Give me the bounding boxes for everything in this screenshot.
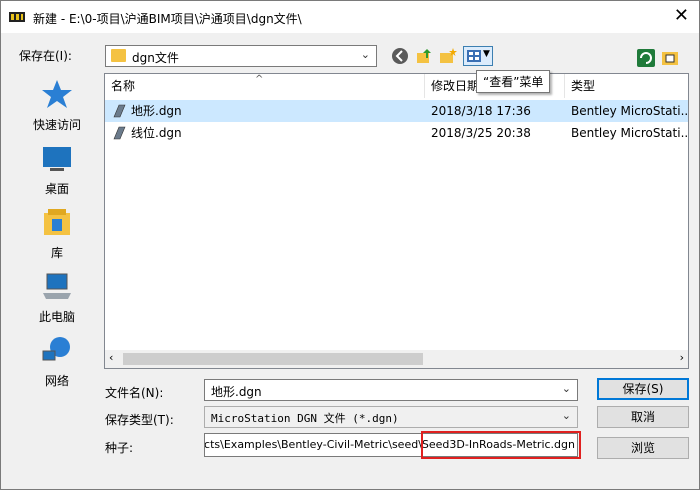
chevron-down-icon[interactable]: ⌄ [562,382,571,395]
folder-icon [111,49,126,62]
scrollbar-thumb[interactable] [123,353,423,365]
lookin-value: dgn文件 [132,51,179,65]
close-icon[interactable]: ✕ [674,5,689,26]
file-date: 2018/3/25 20:38 [431,126,531,140]
sidebar-item-label: 网络 [44,374,69,388]
this-pc-icon [43,273,71,299]
horizontal-scrollbar[interactable]: ‹ › [105,350,688,368]
column-header-name[interactable]: 名称 ^ [105,74,425,98]
save-dialog: 新建 - E:\0-项目\沪通BIM项目\沪通项目\dgn文件\ ✕ 保存在(I… [0,0,700,490]
filetype-value: MicroStation DGN 文件 (*.dgn) [211,412,399,425]
up-folder-icon[interactable] [415,47,433,65]
dropdown-arrow-icon: ▼ [483,49,490,59]
sidebar-item-label: 此电脑 [38,310,75,324]
file-name: 线位.dgn [131,126,182,140]
sidebar-item-this-pc[interactable]: 此电脑 [11,271,103,325]
save-button[interactable]: 保存(S) [597,378,689,400]
desktop-icon [43,147,71,171]
file-row[interactable]: 地形.dgn 2018/3/18 17:36 Bentley MicroStat… [105,100,689,122]
places-sidebar: 快速访问 桌面 库 此电脑 网络 [11,71,103,388]
library-icon [44,209,70,235]
sidebar-item-desktop[interactable]: 桌面 [11,143,103,197]
filename-label: 文件名(N): [105,386,164,400]
file-list[interactable]: 名称 ^ 修改日期 类型 地形.dgn 2018/3/18 17:36 Bent… [104,73,689,369]
window-title: 新建 - E:\0-项目\沪通BIM项目\沪通项目\dgn文件\ [33,12,302,26]
views-menu-button[interactable]: ▼ [463,46,493,66]
browse-button[interactable]: 浏览 [597,437,689,459]
file-date: 2018/3/18 17:36 [431,104,531,118]
quick-access-star-icon [42,80,72,108]
sidebar-item-label: 库 [50,246,63,260]
dgn-file-icon [113,104,126,118]
sidebar-item-library[interactable]: 库 [11,207,103,261]
file-name: 地形.dgn [131,104,182,118]
column-header-type[interactable]: 类型 [565,74,688,98]
refresh-icon[interactable] [637,49,655,67]
chevron-down-icon: ⌄ [561,409,571,422]
sidebar-item-label: 快速访问 [32,118,81,132]
sidebar-item-network[interactable]: 网络 [11,335,103,389]
config-icon[interactable] [661,49,679,67]
lookin-label: 保存在(I): [19,49,72,63]
filetype-select[interactable]: MicroStation DGN 文件 (*.dgn) ⌄ [204,406,578,428]
highlight-annotation [421,431,581,459]
column-header-row: 名称 ^ 修改日期 类型 [105,74,688,98]
views-menu-icon [467,50,481,62]
seed-label: 种子: [105,441,134,455]
file-type: Bentley MicroStati... [571,104,689,118]
title-bar: 新建 - E:\0-项目\沪通BIM项目\沪通项目\dgn文件\ ✕ [1,1,699,33]
new-folder-icon[interactable] [439,47,457,65]
scroll-left-icon[interactable]: ‹ [109,351,113,364]
sort-up-icon: ^ [255,74,264,85]
views-tooltip: “查看”菜单 [476,70,551,93]
cancel-button[interactable]: 取消 [597,406,689,428]
network-icon [42,337,70,361]
filetype-label: 保存类型(T): [105,413,174,427]
sidebar-item-label: 桌面 [44,182,69,196]
filename-value: 地形.dgn [211,385,262,399]
microstation-app-icon [9,12,25,22]
sidebar-item-quick-access[interactable]: 快速访问 [11,79,103,133]
file-type: Bentley MicroStati... [571,126,689,140]
dgn-file-icon [113,126,126,140]
chevron-down-icon: ⌄ [360,48,370,61]
lookin-combo[interactable]: dgn文件 ⌄ [105,45,377,67]
filename-input[interactable]: 地形.dgn ⌄ [204,379,578,401]
back-icon[interactable] [391,47,409,65]
scroll-right-icon[interactable]: › [680,351,684,364]
file-row[interactable]: 线位.dgn 2018/3/25 20:38 Bentley MicroStat… [105,122,689,144]
